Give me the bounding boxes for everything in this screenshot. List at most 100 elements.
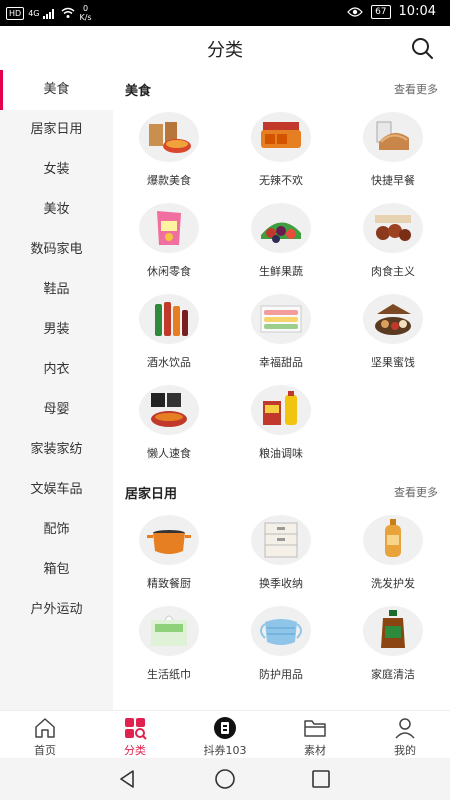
spicy-snack-icon [251, 112, 311, 162]
subcategory-tile[interactable]: 幸福甜品 [225, 288, 337, 379]
page-title: 分类 [207, 40, 243, 61]
nav-label: 抖券103 [203, 744, 247, 757]
subcategory-label: 无辣不欢 [259, 174, 303, 187]
subcategory-label: 精致餐厨 [147, 577, 191, 590]
battery-icon: 67 [371, 4, 391, 19]
subcategory-tile[interactable]: 无辣不欢 [225, 106, 337, 197]
nav-material[interactable]: 素材 [270, 711, 360, 759]
nav-coupon[interactable]: 抖券103 [180, 711, 270, 759]
pot-icon [139, 515, 199, 565]
wifi-icon [62, 7, 75, 18]
subcategory-label: 生活纸巾 [147, 668, 191, 681]
subcategory-tile[interactable]: 休闲零食 [113, 197, 225, 288]
folder-icon [304, 720, 326, 737]
home-circle-icon[interactable] [214, 768, 236, 790]
sidebar-item-underwear[interactable]: 内衣 [0, 350, 113, 390]
subcategory-tile[interactable]: 防护用品 [225, 600, 337, 691]
nav-home[interactable]: 首页 [0, 711, 90, 759]
subcategory-grid-home-daily: 精致餐厨 换季收纳 洗发护发 生活纸巾 防护用品 家庭清洁 [113, 509, 450, 691]
subcategory-label: 快捷早餐 [371, 174, 415, 187]
sidebar-item-bags[interactable]: 箱包 [0, 550, 113, 590]
section-header-food: 美食 查看更多 [113, 70, 450, 106]
system-nav-bar [0, 758, 450, 800]
nav-label: 首页 [34, 744, 56, 757]
bottles-icon [139, 294, 199, 344]
eye-icon [347, 6, 363, 17]
mask-icon [251, 606, 311, 656]
sidebar-item-womens[interactable]: 女装 [0, 150, 113, 190]
subcategory-label: 肉食主义 [371, 265, 415, 278]
nav-label: 素材 [304, 744, 326, 757]
sidebar-item-electronics[interactable]: 数码家电 [0, 230, 113, 270]
net-speed-value: 0 [82, 4, 89, 13]
meat-icon [363, 203, 423, 253]
oil-rice-icon [251, 385, 311, 435]
sidebar-item-accessories[interactable]: 配饰 [0, 510, 113, 550]
subcategory-label: 幸福甜品 [259, 356, 303, 369]
nav-label: 分类 [124, 744, 146, 757]
sidebar-item-entertainment-car[interactable]: 文娱车品 [0, 470, 113, 510]
sidebar-item-home-daily[interactable]: 居家日用 [0, 110, 113, 150]
category-sidebar: 美食 居家日用 女装 美妆 数码家电 鞋品 男装 内衣 母婴 家装家纺 文娱车品… [0, 70, 113, 710]
subcategory-label: 粮油调味 [259, 447, 303, 460]
bottom-nav: 首页 分类 抖券103 素材 我的 [0, 710, 450, 758]
sidebar-item-baby[interactable]: 母婴 [0, 390, 113, 430]
sidebar-item-outdoor[interactable]: 户外运动 [0, 590, 113, 630]
subcategory-label: 酒水饮品 [147, 356, 191, 369]
recents-icon[interactable] [310, 768, 332, 790]
subcategory-tile[interactable]: 生鲜果蔬 [225, 197, 337, 288]
macarons-icon [251, 294, 311, 344]
subcategory-label: 坚果蜜饯 [371, 356, 415, 369]
subcategory-tile[interactable]: 酒水饮品 [113, 288, 225, 379]
clock: 10:04 [398, 4, 436, 19]
sidebar-item-food[interactable]: 美食 [0, 70, 113, 110]
noodles-icon [139, 385, 199, 435]
subcategory-tile[interactable]: 爆款美食 [113, 106, 225, 197]
see-more-link[interactable]: 查看更多 [394, 484, 438, 500]
see-more-link[interactable]: 查看更多 [394, 81, 438, 97]
nav-profile[interactable]: 我的 [360, 711, 450, 759]
subcategory-tile[interactable]: 坚果蜜饯 [337, 288, 449, 379]
snack-bag-icon [139, 203, 199, 253]
header: 分类 [0, 26, 450, 70]
subcategory-label: 爆款美食 [147, 174, 191, 187]
bread-icon [363, 112, 423, 162]
sidebar-item-shoes[interactable]: 鞋品 [0, 270, 113, 310]
net-speed: 0 K/s [79, 4, 91, 22]
subcategory-label: 换季收纳 [259, 577, 303, 590]
sidebar-item-home-textile[interactable]: 家装家纺 [0, 430, 113, 470]
disinfectant-icon [363, 606, 423, 656]
subcategory-tile[interactable]: 换季收纳 [225, 509, 337, 600]
shampoo-icon [363, 515, 423, 565]
section-header-home-daily: 居家日用 查看更多 [113, 473, 450, 509]
subcategory-tile[interactable]: 快捷早餐 [337, 106, 449, 197]
food-bowl-icon [139, 112, 199, 162]
sidebar-item-beauty[interactable]: 美妆 [0, 190, 113, 230]
nav-label: 我的 [394, 744, 416, 757]
subcategory-label: 生鲜果蔬 [259, 265, 303, 278]
search-icon[interactable] [410, 36, 434, 60]
category-icon [125, 718, 147, 740]
signal-icon [43, 9, 55, 19]
subcategory-tile[interactable]: 懒人速食 [113, 379, 225, 470]
subcategory-label: 休闲零食 [147, 265, 191, 278]
back-icon[interactable] [116, 768, 138, 790]
subcategory-label: 防护用品 [259, 668, 303, 681]
subcategory-tile[interactable]: 家庭清洁 [337, 600, 449, 691]
subcategory-tile[interactable]: 生活纸巾 [113, 600, 225, 691]
net-speed-unit: K/s [79, 13, 92, 22]
subcategory-label: 家庭清洁 [371, 668, 415, 681]
section-title: 美食 [125, 84, 152, 99]
subcategory-tile[interactable]: 精致餐厨 [113, 509, 225, 600]
nuts-icon [363, 294, 423, 344]
subcategory-tile[interactable]: 肉食主义 [337, 197, 449, 288]
nav-category[interactable]: 分类 [90, 711, 180, 759]
tissue-icon [139, 606, 199, 656]
subcategory-tile[interactable]: 粮油调味 [225, 379, 337, 470]
section-title: 居家日用 [125, 487, 178, 502]
sidebar-item-mens[interactable]: 男装 [0, 310, 113, 350]
subcategory-tile[interactable]: 洗发护发 [337, 509, 449, 600]
subcategory-label: 洗发护发 [371, 577, 415, 590]
status-right: 67 10:04 [347, 4, 436, 19]
hd-badge: HD [6, 6, 25, 20]
